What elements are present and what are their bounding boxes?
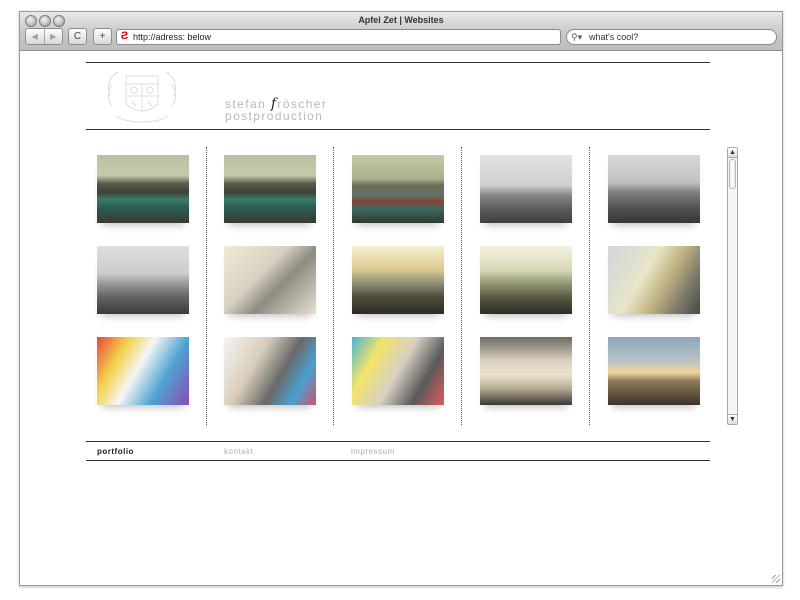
thumb-mountain-lake-2[interactable] [224,155,316,223]
add-bookmark-button[interactable]: + [93,28,112,45]
thumb-car-city-sunset[interactable] [352,246,444,314]
thumb-lake-boat[interactable] [352,155,444,223]
thumb-car-interior[interactable] [480,337,572,405]
column-divider [206,147,207,425]
brand-subtitle: postproduction [225,109,324,123]
brand-name[interactable]: stefan fröscher postproduction [225,97,327,123]
search-placeholder[interactable]: what's cool? [589,30,638,44]
forward-button[interactable]: ▶ [45,29,63,44]
thumb-sunset-landscape[interactable] [608,337,700,405]
nav-kontakt-link[interactable]: kontakt [224,447,253,456]
scroll-up-arrow-icon[interactable]: ▲ [728,148,737,158]
gallery-scrollbar[interactable]: ▲ ▼ [727,147,738,425]
resize-grip-icon[interactable] [772,575,780,583]
search-field[interactable]: ⚲▾ what's cool? [566,29,777,45]
header-bottom-rule [86,129,710,130]
footer-nav: portfolio kontakt impressum [86,442,710,460]
thumb-foggy-sea-2[interactable] [608,155,700,223]
back-button[interactable]: ◀ [26,29,45,44]
column-divider [333,147,334,425]
thumb-foggy-lake-trees[interactable] [97,246,189,314]
scroll-down-arrow-icon[interactable]: ▼ [728,414,737,424]
nav-portfolio-link[interactable]: portfolio [97,447,134,456]
thumb-car-paint-splash[interactable] [97,337,189,405]
thumb-car-front-colors[interactable] [352,337,444,405]
portfolio-grid [86,147,710,427]
site-favicon-icon: Ƨ [120,30,129,42]
column-divider [461,147,462,425]
nav-impressum-link[interactable]: impressum [351,447,395,456]
header-top-rule [86,62,710,63]
window-title: Apfel Zet | Websites [358,15,444,25]
address-bar[interactable]: Ƨ http://adress: below ⌃ [116,29,572,45]
thumb-foggy-sea-1[interactable] [480,155,572,223]
column-divider [589,147,590,425]
thumb-car-road[interactable] [480,246,572,314]
search-icon[interactable]: ⚲▾ [571,30,582,44]
address-text[interactable]: http://adress: below [133,30,211,44]
thumb-cars-topview[interactable] [224,246,316,314]
thumb-car-rear-splash[interactable] [224,337,316,405]
thumb-mountain-lake-1[interactable] [97,155,189,223]
footer-bottom-rule [86,460,710,461]
browser-toolbar: Apfel Zet | Websites ◀ ▶ C + Ƨ http://ad… [20,12,782,51]
scrollbar-thumb[interactable] [729,159,736,189]
thumb-car-building[interactable] [608,246,700,314]
crest-logo-icon[interactable] [102,66,182,126]
back-forward-buttons: ◀ ▶ [25,28,63,45]
reload-button[interactable]: C [68,28,87,45]
